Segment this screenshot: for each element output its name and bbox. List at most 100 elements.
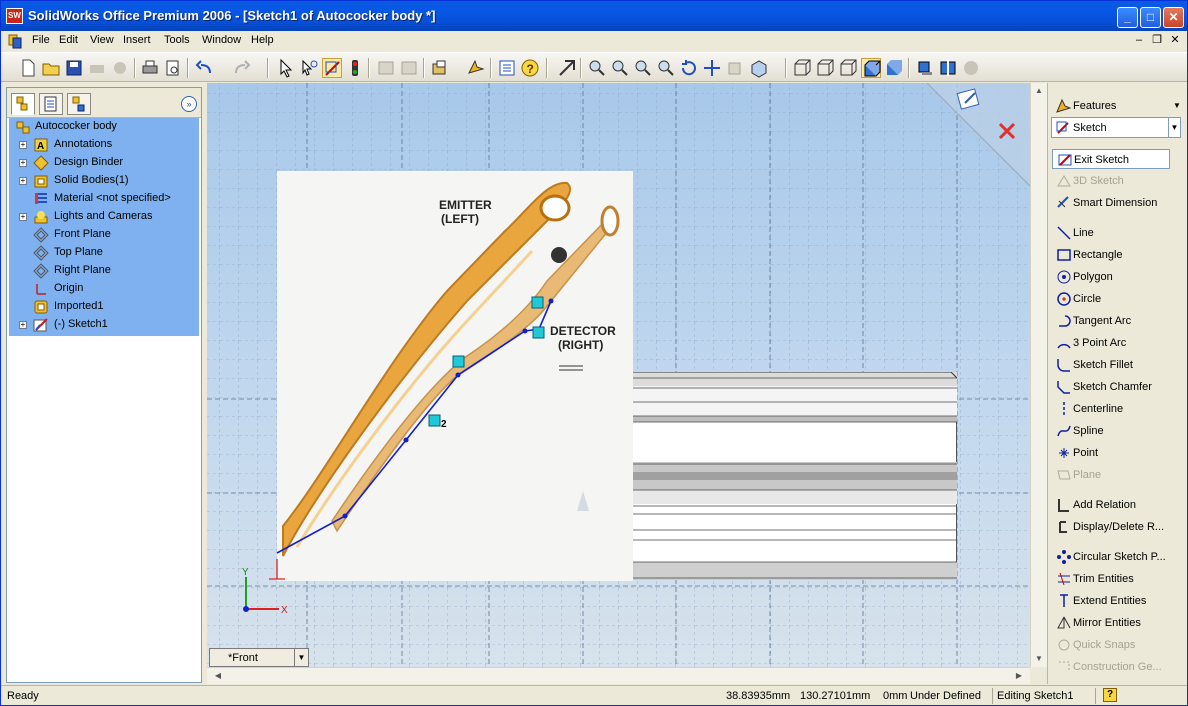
doc-close-button[interactable]: ✕ [1168, 33, 1182, 47]
sketch-spline[interactable] [276, 300, 552, 554]
shaded-icon[interactable] [884, 58, 904, 78]
chevron-down-icon[interactable]: ▼ [294, 649, 308, 666]
smart-dimension-button[interactable]: Smart Dimension [1052, 193, 1182, 213]
scroll-down-button[interactable]: ▼ [1032, 652, 1046, 666]
relation-marker[interactable] [532, 326, 545, 339]
tree-item[interactable]: + Solid Bodies(1) [9, 172, 199, 190]
spline-button[interactable]: Spline [1052, 421, 1182, 441]
display-icon[interactable] [431, 58, 451, 78]
expand-icon[interactable]: + [19, 321, 27, 329]
sketch-toolbar-select[interactable]: Sketch ▼ [1051, 117, 1181, 138]
exit-sketch-button[interactable]: Exit Sketch [1052, 149, 1170, 169]
view-name-dropdown[interactable]: *Front ▼ [209, 648, 309, 667]
relation-marker[interactable] [531, 296, 544, 309]
tree-item[interactable]: Material <not specified> [9, 190, 199, 208]
shaded-with-edges-icon[interactable] [861, 58, 881, 78]
chevron-down-icon[interactable]: ▼ [1173, 101, 1181, 110]
feature-manager-tab[interactable] [11, 93, 35, 115]
tree-item[interactable]: Imported1 [9, 298, 199, 316]
tangent-arc-button[interactable]: Tangent Arc [1052, 311, 1182, 331]
select-icon[interactable] [276, 58, 296, 78]
rebuild-icon[interactable] [345, 58, 365, 78]
section-view-icon[interactable] [938, 58, 958, 78]
menu-tools[interactable]: Tools [164, 34, 190, 46]
menu-edit[interactable]: Edit [59, 34, 78, 46]
trim-entities-button[interactable]: Trim Entities [1052, 569, 1182, 589]
configuration-manager-tab[interactable] [67, 93, 91, 115]
3d-drawing-view-icon[interactable] [725, 58, 745, 78]
tree-item[interactable]: + Lights and Cameras [9, 208, 199, 226]
tree-item[interactable]: Top Plane [9, 244, 199, 262]
menu-help[interactable]: Help [251, 34, 274, 46]
solidworks-app-icon[interactable]: SW [6, 8, 23, 24]
sketch-icon[interactable] [322, 58, 342, 78]
doc-minimize-button[interactable]: – [1132, 33, 1146, 47]
properties-icon[interactable] [497, 58, 517, 78]
tree-item[interactable]: + (-) Sketch1 [9, 316, 199, 334]
scroll-left-button[interactable]: ◀ [211, 669, 225, 683]
tree-item[interactable]: + A Annotations [9, 136, 199, 154]
table-disabled-icon[interactable] [376, 58, 396, 78]
scroll-up-button[interactable]: ▲ [1032, 84, 1046, 98]
print-icon[interactable] [140, 58, 160, 78]
print-preview-icon[interactable] [163, 58, 183, 78]
wireframe-icon[interactable] [792, 58, 812, 78]
hidden-lines-removed-icon[interactable] [838, 58, 858, 78]
vertical-scrollbar[interactable]: ▲ ▼ [1030, 83, 1047, 667]
expand-pane-button[interactable]: » [181, 96, 197, 112]
shadows-icon[interactable] [915, 58, 935, 78]
tree-item[interactable]: Right Plane [9, 262, 199, 280]
print-disabled-icon[interactable] [87, 58, 107, 78]
circular-sketch-p-button[interactable]: Circular Sketch P... [1052, 547, 1182, 567]
table2-disabled-icon[interactable] [399, 58, 419, 78]
scroll-right-button[interactable]: ▶ [1012, 669, 1026, 683]
circle-button[interactable]: Circle [1052, 289, 1182, 309]
zoom-to-fit-icon[interactable] [587, 58, 607, 78]
feature-tool-icon[interactable] [466, 58, 486, 78]
zoom-in-out-icon[interactable] [633, 58, 653, 78]
tree-item[interactable]: Front Plane [9, 226, 199, 244]
tree-item[interactable]: Origin [9, 280, 199, 298]
help-icon[interactable]: ? [520, 58, 540, 78]
sketch-fillet-button[interactable]: Sketch Fillet [1052, 355, 1182, 375]
pan-icon[interactable] [702, 58, 722, 78]
document-menu-icon[interactable] [7, 33, 23, 49]
construction-ge-button[interactable]: Construction Ge... [1052, 657, 1182, 677]
zoom-to-area-icon[interactable] [610, 58, 630, 78]
graphics-area[interactable]: EMITTER (LEFT) DETECTOR (RIGHT) 2 Y X [207, 83, 1030, 667]
menu-file[interactable]: File [32, 34, 50, 46]
expand-icon[interactable]: + [19, 213, 27, 221]
save-icon[interactable] [64, 58, 84, 78]
menu-view[interactable]: View [90, 34, 114, 46]
undo-icon[interactable] [195, 58, 215, 78]
realview-icon[interactable] [961, 58, 981, 78]
select-other-icon[interactable] [299, 58, 319, 78]
polygon-button[interactable]: Polygon [1052, 267, 1182, 287]
zoom-to-selection-icon[interactable] [656, 58, 676, 78]
chevron-down-icon[interactable]: ▼ [1168, 118, 1180, 137]
tree-item[interactable]: + Design Binder [9, 154, 199, 172]
tree-root[interactable]: Autococker body [9, 118, 199, 136]
view-cube-icon[interactable] [749, 58, 769, 78]
expand-icon[interactable]: + [19, 177, 27, 185]
expand-icon[interactable]: + [19, 141, 27, 149]
centerline-button[interactable]: Centerline [1052, 399, 1182, 419]
relation-marker[interactable] [428, 414, 441, 427]
doc-restore-button[interactable]: ❐ [1150, 33, 1164, 47]
horizontal-scrollbar[interactable]: ◀ ▶ [207, 667, 1030, 684]
maximize-button[interactable]: □ [1140, 7, 1161, 28]
sketch-chamfer-button[interactable]: Sketch Chamfer [1052, 377, 1182, 397]
rotate-view-icon[interactable] [679, 58, 699, 78]
point-button[interactable]: Point [1052, 443, 1182, 463]
3d-sketch-button[interactable]: 3D Sketch [1052, 171, 1182, 191]
property-manager-tab[interactable] [39, 93, 63, 115]
close-button[interactable]: ✕ [1163, 7, 1184, 28]
minimize-button[interactable]: _ [1117, 7, 1138, 28]
options-disabled-icon[interactable] [110, 58, 130, 78]
view-orientation-icon[interactable] [557, 58, 577, 78]
new-icon[interactable] [18, 58, 38, 78]
hidden-lines-visible-icon[interactable] [815, 58, 835, 78]
features-tab[interactable]: Features ▼ [1051, 95, 1181, 117]
add-relation-button[interactable]: Add Relation [1052, 495, 1182, 515]
plane-button[interactable]: Plane [1052, 465, 1182, 485]
